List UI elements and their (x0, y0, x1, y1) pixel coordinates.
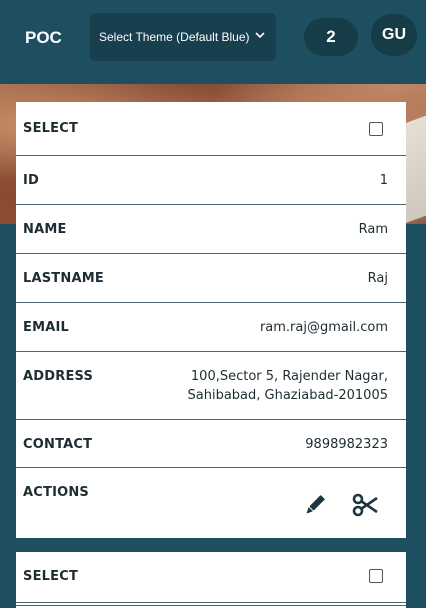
row-address: ADDRESS 100,Sector 5, Rajender Nagar, Sa… (16, 352, 406, 420)
select-checkbox[interactable] (369, 569, 383, 583)
row-divider (16, 602, 406, 603)
record-card: SELECT (16, 552, 406, 608)
select-checkbox[interactable] (369, 122, 383, 136)
email-label: EMAIL (23, 320, 69, 335)
item-count-badge[interactable]: 2 (304, 18, 358, 56)
name-value: Ram (358, 222, 388, 237)
brand-title[interactable]: POC (25, 28, 62, 48)
actions-label: ACTIONS (23, 485, 90, 500)
user-avatar[interactable]: GU (371, 14, 417, 56)
chevron-down-icon (255, 32, 265, 39)
row-contact: CONTACT 9898982323 (16, 420, 406, 468)
select-label: SELECT (23, 121, 79, 136)
lastname-value: Raj (367, 271, 388, 286)
contact-value: 9898982323 (305, 437, 388, 452)
top-navbar: POC Select Theme (Default Blue) 2 GU (0, 0, 426, 77)
id-label: ID (23, 173, 40, 188)
row-actions: ACTIONS (16, 468, 406, 538)
row-select: SELECT (16, 552, 406, 606)
select-label: SELECT (23, 569, 79, 584)
record-card: SELECT ID 1 NAME Ram LASTNAME Raj EMAIL … (16, 102, 406, 538)
address-label: ADDRESS (23, 369, 94, 384)
contact-label: CONTACT (23, 437, 93, 452)
delete-scissors-icon[interactable] (352, 492, 378, 518)
id-value: 1 (379, 173, 388, 188)
row-email: EMAIL ram.raj@gmail.com (16, 303, 406, 352)
row-select: SELECT (16, 102, 406, 156)
address-value: 100,Sector 5, Rajender Nagar, Sahibabad,… (188, 367, 389, 405)
theme-select[interactable]: Select Theme (Default Blue) (90, 13, 276, 61)
address-line-2: Sahibabad, Ghaziabad-201005 (187, 388, 389, 403)
row-name: NAME Ram (16, 205, 406, 254)
email-value: ram.raj@gmail.com (259, 320, 388, 335)
row-lastname: LASTNAME Raj (16, 254, 406, 303)
address-line-1: 100,Sector 5, Rajender Nagar, (190, 369, 388, 384)
row-id: ID 1 (16, 156, 406, 205)
lastname-label: LASTNAME (23, 271, 104, 286)
edit-pencil-icon[interactable] (302, 492, 328, 518)
name-label: NAME (23, 222, 67, 237)
theme-select-value: Select Theme (Default Blue) (99, 30, 250, 44)
